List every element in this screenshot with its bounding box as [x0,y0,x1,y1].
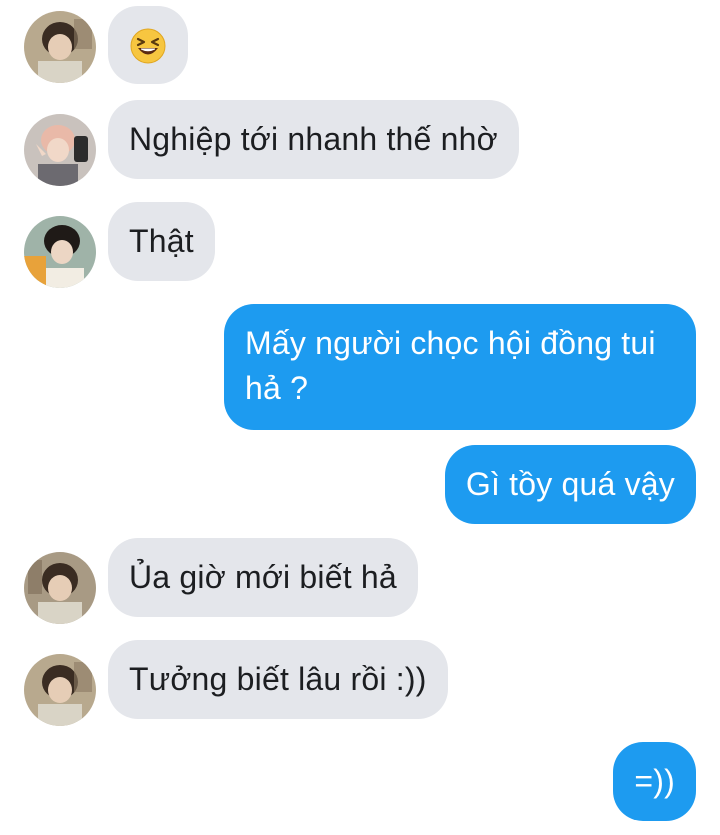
message-bubble[interactable]: Nghiệp tới nhanh thế nhờ [108,100,519,179]
message-bubble[interactable]: Thật [108,202,215,281]
laughing-squint-emoji-icon [130,28,166,64]
message-bubble-outgoing[interactable]: Mấy người chọc hội đồng tui hả ? [224,304,696,430]
chat-thread: Nghiệp tới nhanh thế nhờ Thật Mấy người … [0,0,720,835]
message-bubble[interactable]: Ủa giờ mới biết hả [108,538,418,617]
message-bubble-emoji[interactable] [108,6,188,84]
message-bubble[interactable]: Tưởng biết lâu rồi :)) [108,640,448,719]
sender-avatar[interactable] [24,11,96,83]
sender-avatar[interactable] [24,114,96,186]
sender-avatar[interactable] [24,552,96,624]
message-bubble-outgoing[interactable]: =)) [613,742,696,821]
message-bubble-outgoing[interactable]: Gì tồy quá vậy [444,445,696,524]
sender-avatar[interactable] [24,216,96,288]
sender-avatar[interactable] [24,654,96,726]
